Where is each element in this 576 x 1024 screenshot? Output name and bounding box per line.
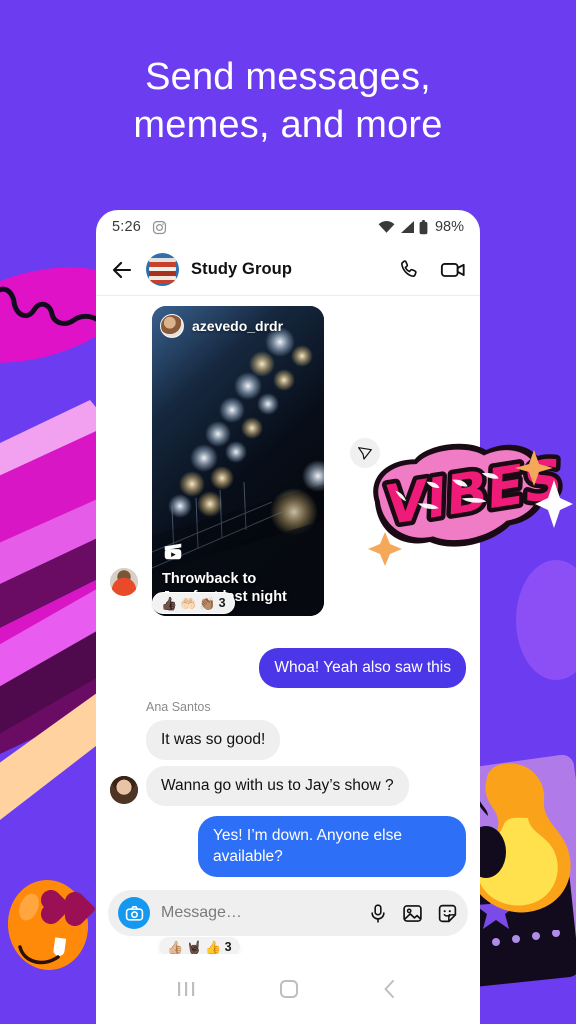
headline-line-2: memes, and more (133, 103, 443, 146)
face-smile-icon (18, 945, 60, 965)
reaction-emoji: 🤘🏿 (186, 939, 203, 954)
reaction-emoji: 👍🏼 (167, 939, 184, 954)
reels-clapper-icon (164, 543, 182, 560)
page-title: Send messages, memes, and more (0, 54, 576, 149)
chat-title: Study Group (191, 260, 293, 278)
message-row: Wanna go with us to Jay’s show ? (110, 766, 466, 807)
promo-screenshot: Send messages, memes, and more 5:26 98% … (0, 0, 576, 1024)
battery-icon (419, 219, 428, 234)
video-camera-icon[interactable] (440, 258, 466, 281)
camera-icon[interactable] (118, 897, 150, 929)
message-list[interactable]: azevedo_drdr Throwback to Jazzfest last … (96, 296, 480, 954)
sticker-smiley-icon[interactable] (437, 903, 458, 924)
home-icon[interactable] (278, 978, 300, 1000)
shared-story-card[interactable]: azevedo_drdr Throwback to Jazzfest last … (152, 306, 324, 616)
story-reaction-pill[interactable]: 👍🏿 🤲🏻 👏🏽 3 (152, 592, 235, 614)
microphone-icon[interactable] (368, 903, 388, 924)
recent-apps-icon[interactable] (176, 979, 198, 999)
battery-percentage: 98% (434, 219, 464, 235)
reaction-emoji: 👍 (205, 939, 222, 954)
phone-mockup: 5:26 98% Study Group azevedo_drdr Throwb… (96, 210, 480, 1024)
message-bubble[interactable]: Whoa! Yeah also saw this (259, 648, 466, 689)
reaction-emoji: 👏🏽 (199, 595, 216, 611)
message-row: Yes! I’m down. Anyone else available? (110, 816, 466, 877)
vibes-sticker: VIBES VIBES (368, 442, 573, 566)
heart-eyes-face-sticker (3, 876, 93, 974)
message-bubble[interactable]: It was so good! (146, 720, 281, 761)
message-row: Whoa! Yeah also saw this (110, 648, 466, 689)
purple-star-sticker (475, 890, 517, 929)
message-row: It was so good! (110, 720, 466, 761)
reaction-count: 3 (218, 596, 226, 610)
story-author: azevedo_drdr (160, 314, 283, 338)
back-arrow-icon[interactable] (110, 258, 134, 282)
message-composer[interactable] (108, 890, 468, 936)
photo-gallery-icon[interactable] (402, 903, 423, 924)
wifi-icon (378, 221, 395, 233)
group-avatar[interactable] (146, 253, 179, 286)
lavender-card-decoration (463, 753, 576, 957)
status-bar: 5:26 98% (96, 210, 480, 244)
pink-blob-decoration-1 (486, 770, 576, 870)
face-tooth (52, 937, 67, 957)
heart-eye-right-icon (67, 894, 97, 924)
android-nav-bar (96, 954, 480, 1024)
reaction-emoji: 👍🏿 (161, 595, 178, 611)
message-bubble[interactable]: Wanna go with us to Jay’s show ? (146, 766, 409, 807)
cellular-signal-icon (400, 221, 414, 233)
pink-blob-decoration-2 (482, 880, 572, 965)
status-time: 5:26 (112, 219, 142, 235)
message-reaction-pill[interactable]: 👍🏼 🤘🏿 👍 3 (158, 936, 241, 954)
avatar (160, 314, 184, 338)
sender-name: Ana Santos (146, 700, 211, 715)
avatar (110, 568, 138, 596)
instagram-icon (152, 220, 167, 234)
story-username: azevedo_drdr (192, 318, 284, 334)
avatar (110, 776, 138, 805)
back-chevron-icon[interactable] (380, 978, 400, 1000)
chat-header: Study Group (96, 244, 480, 296)
headline-line-1: Send messages, (145, 56, 431, 98)
dot-row-decoration (472, 930, 560, 949)
heart-eye-left-icon (43, 892, 73, 922)
face-highlight (15, 890, 43, 924)
phone-call-icon[interactable] (397, 258, 420, 281)
search-input[interactable] (161, 904, 368, 922)
reaction-count: 3 (224, 940, 232, 954)
purple-blob-decoration (516, 560, 576, 680)
reaction-emoji: 🤲🏻 (180, 595, 197, 611)
story-caption-line-1: Throwback to (162, 570, 257, 587)
message-bubble[interactable]: Yes! I’m down. Anyone else available? (198, 816, 466, 877)
